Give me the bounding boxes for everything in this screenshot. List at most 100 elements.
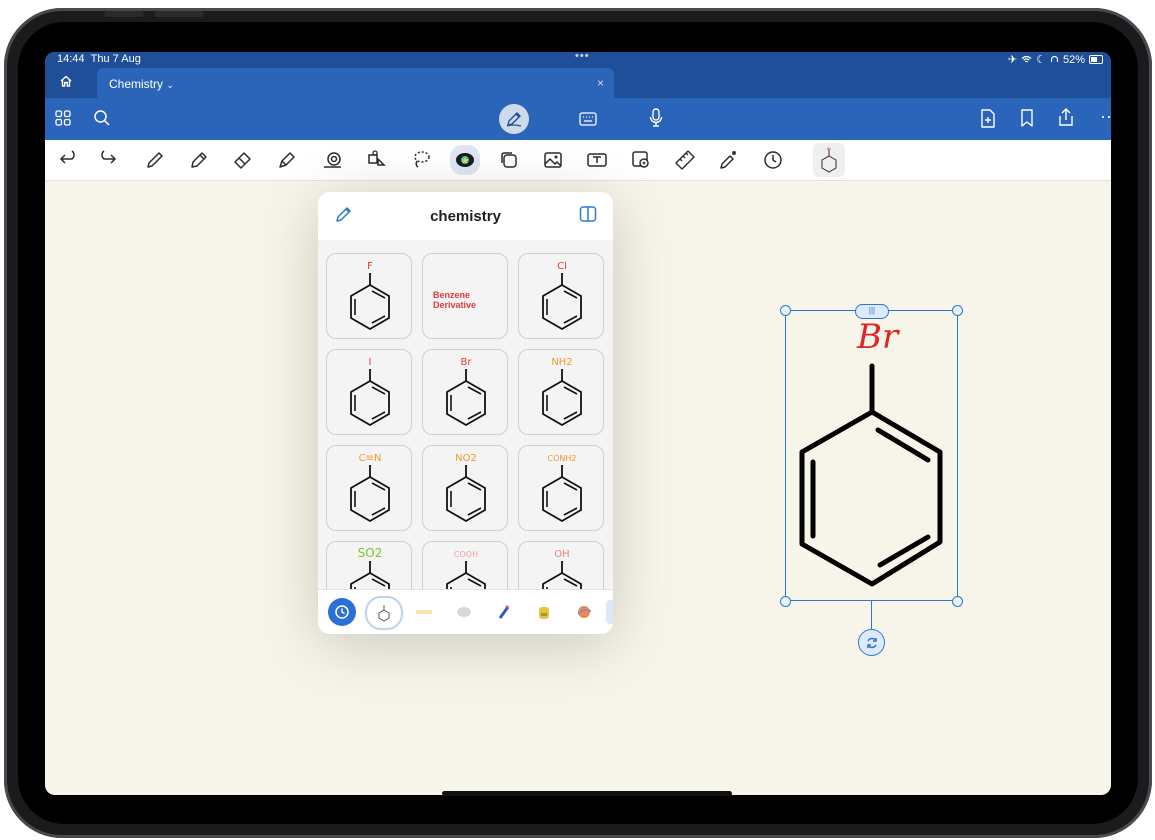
pencil-icon[interactable] xyxy=(187,148,211,172)
new-page-icon[interactable] xyxy=(980,109,996,128)
element-tile[interactable]: SO2 xyxy=(326,541,412,590)
status-bar: 14:44 Thu 7 Aug ••• ✈ ☾ 52% xyxy=(45,52,1111,68)
recent-clock-icon[interactable] xyxy=(328,598,356,626)
substituent-label: I xyxy=(369,357,372,368)
eraser-icon[interactable] xyxy=(231,148,255,172)
substituent-label: OH xyxy=(554,549,569,560)
benzene-collection-icon[interactable] xyxy=(365,596,403,630)
timer-icon[interactable] xyxy=(761,148,785,172)
selection-box xyxy=(785,310,958,601)
substituent-label: Cl xyxy=(557,261,567,272)
panel-header: chemistry xyxy=(318,192,613,240)
benzene-ring-icon: C≡N xyxy=(350,453,390,523)
substituent-label: COOH xyxy=(454,550,478,559)
tab-bar: Chemistry ⌄ × xyxy=(45,68,1111,98)
document-nav-bar: ·· xyxy=(45,98,1111,140)
tab-chemistry[interactable]: Chemistry ⌄ × xyxy=(97,68,614,98)
status-icons: ✈ ☾ 52% xyxy=(1008,53,1103,66)
benzene-ring-icon: I xyxy=(350,357,390,427)
image-icon[interactable] xyxy=(541,148,565,172)
backpack-icon[interactable] xyxy=(530,598,558,626)
lasso-icon[interactable] xyxy=(409,148,433,172)
tab-close-icon[interactable]: × xyxy=(597,76,604,90)
camera-icon[interactable] xyxy=(629,148,653,172)
element-tile[interactable]: NO2 xyxy=(422,445,508,531)
benzene-ring-icon: Br xyxy=(446,357,486,427)
benzene-derivative-label: Benzene Derivative xyxy=(433,290,477,310)
benzene-ring-icon: CONH2 xyxy=(542,454,582,523)
rotate-handle[interactable] xyxy=(858,629,885,656)
element-tile[interactable]: Cl xyxy=(518,253,604,339)
highlighter-icon[interactable] xyxy=(275,148,299,172)
text-box-icon[interactable] xyxy=(585,148,609,172)
move-grip-handle[interactable]: ||| xyxy=(855,304,889,319)
ruler-icon[interactable] xyxy=(673,148,697,172)
pen-icon[interactable] xyxy=(143,148,167,172)
search-icon[interactable] xyxy=(93,109,111,127)
more-icon[interactable]: ·· xyxy=(1100,106,1111,127)
element-tile[interactable]: Br xyxy=(422,349,508,435)
battery-icon xyxy=(1089,55,1103,64)
home-indicator xyxy=(442,791,732,796)
custom-element-tool[interactable]: Br xyxy=(813,143,845,177)
pen-mode-button[interactable] xyxy=(499,104,529,134)
undo-icon[interactable] xyxy=(57,148,81,172)
tool-bar: Br xyxy=(45,140,1111,181)
element-tile[interactable]: NH2 xyxy=(518,349,604,435)
cloud-icon[interactable] xyxy=(450,598,478,626)
rotate-connector xyxy=(871,601,873,629)
resize-handle-bottom-right[interactable] xyxy=(952,596,963,607)
substituent-label: F xyxy=(367,261,373,272)
resize-handle-top-right[interactable] xyxy=(952,305,963,316)
pen-mode-icon xyxy=(506,112,522,127)
multitask-dots[interactable]: ••• xyxy=(575,52,590,62)
battery-percent: 52% xyxy=(1062,53,1085,66)
substituent-label: C≡N xyxy=(359,453,382,464)
grid-icon[interactable] xyxy=(55,110,71,126)
shapes-icon[interactable] xyxy=(321,148,345,172)
laser-pointer-icon[interactable] xyxy=(717,148,741,172)
home-icon[interactable] xyxy=(59,74,73,88)
benzene-ring-icon: Cl xyxy=(542,261,582,331)
lasso-shapes-icon[interactable] xyxy=(365,148,389,172)
substituent-label: Br xyxy=(461,357,473,368)
elements-icon xyxy=(456,153,474,167)
pen-sticker-icon[interactable] xyxy=(490,598,518,626)
element-tile[interactable]: I xyxy=(326,349,412,435)
benzene-ring-icon: COOH xyxy=(446,550,486,590)
element-tile[interactable]: COOH xyxy=(422,541,508,590)
elements-tool[interactable] xyxy=(450,145,480,175)
keyboard-icon[interactable] xyxy=(579,112,597,126)
benzene-ring-icon: SO2 xyxy=(350,546,390,590)
rotate-icon xyxy=(866,637,877,648)
bookmark-icon[interactable] xyxy=(1020,109,1034,127)
resize-handle-top-left[interactable] xyxy=(780,305,791,316)
status-time: 14:44 Thu 7 Aug xyxy=(57,53,141,65)
benzene-ring-icon: NH2 xyxy=(542,357,582,427)
resize-handle-bottom-left[interactable] xyxy=(780,596,791,607)
microphone-icon[interactable] xyxy=(649,108,663,128)
split-view-icon[interactable] xyxy=(579,205,597,223)
sticky-note-icon[interactable] xyxy=(497,148,521,172)
tape-icon[interactable] xyxy=(410,598,438,626)
element-tile[interactable]: CONH2 xyxy=(518,445,604,531)
element-tile[interactable]: OH xyxy=(518,541,604,590)
planet-icon[interactable] xyxy=(570,598,598,626)
headphones-icon xyxy=(1050,55,1059,62)
element-tile[interactable]: C≡N xyxy=(326,445,412,531)
tab-title: Chemistry ⌄ xyxy=(109,77,174,91)
volume-button xyxy=(104,11,144,17)
benzene-ring-icon: NO2 xyxy=(446,453,486,523)
benzene-ring-icon: OH xyxy=(542,549,582,590)
app-screen: 14:44 Thu 7 Aug ••• ✈ ☾ 52% Chemistry ⌄ … xyxy=(45,52,1111,795)
substituent-label: CONH2 xyxy=(548,454,577,463)
element-tile[interactable]: Benzene Derivative xyxy=(422,253,508,339)
svg-text:Br: Br xyxy=(827,146,832,151)
moon-icon: ☾ xyxy=(1036,54,1046,66)
share-icon[interactable] xyxy=(1057,107,1075,127)
airplane-icon: ✈ xyxy=(1007,54,1018,66)
element-tile[interactable]: F xyxy=(326,253,412,339)
benzene-thumbnail-icon: Br xyxy=(821,146,837,173)
substituent-label: NH2 xyxy=(551,357,572,368)
redo-icon[interactable] xyxy=(95,148,119,172)
